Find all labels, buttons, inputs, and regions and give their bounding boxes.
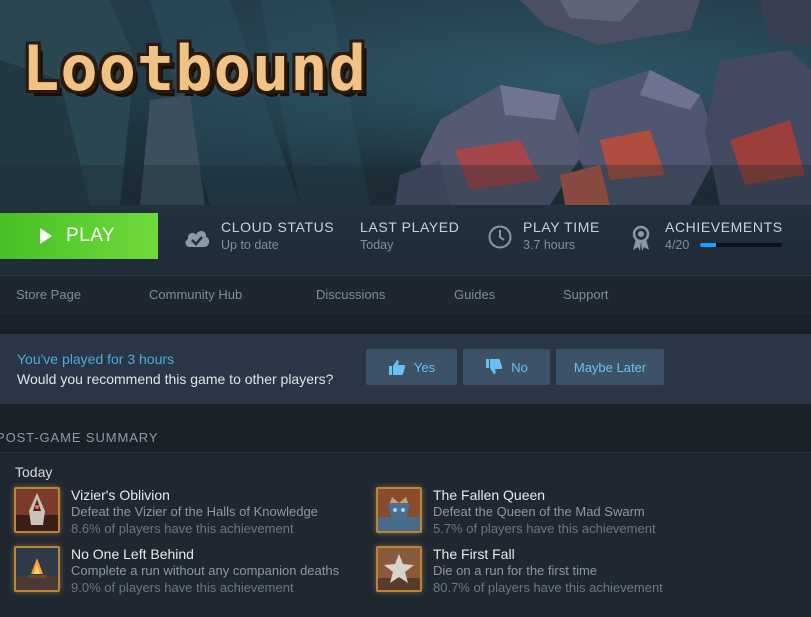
post-game-summary-heading: POST-GAME SUMMARY bbox=[0, 430, 159, 445]
achievement-item[interactable]: The Fallen Queen Defeat the Queen of the… bbox=[376, 487, 746, 539]
nav-store-page[interactable]: Store Page bbox=[16, 287, 81, 302]
game-logo: Lootbound bbox=[22, 32, 367, 105]
last-played-title: LAST PLAYED bbox=[360, 219, 460, 235]
play-icon bbox=[40, 228, 52, 244]
achievement-name: The Fallen Queen bbox=[433, 487, 546, 503]
last-played-value: Today bbox=[360, 238, 394, 252]
achievement-desc: Complete a run without any companion dea… bbox=[71, 563, 340, 578]
nav-guides[interactable]: Guides bbox=[454, 287, 495, 302]
nav-support[interactable]: Support bbox=[563, 287, 609, 302]
achievement-name: No One Left Behind bbox=[71, 546, 194, 562]
achievements[interactable]: ACHIEVEMENTS 4/20 bbox=[665, 219, 783, 252]
game-subnav: Store Page Community Hub Discussions Gui… bbox=[0, 276, 811, 314]
recommend-no-label: No bbox=[511, 359, 528, 375]
cloud-check-icon bbox=[185, 231, 210, 247]
achievement-percent: 5.7% of players have this achievement bbox=[433, 521, 656, 536]
nav-discussions[interactable]: Discussions bbox=[316, 287, 385, 302]
cloud-status-value: Up to date bbox=[221, 238, 279, 252]
play-button[interactable]: PLAY bbox=[0, 213, 158, 259]
cloud-status-title: CLOUD STATUS bbox=[221, 219, 335, 235]
achievements-progress-bar bbox=[700, 243, 782, 247]
thumbs-down-icon bbox=[486, 359, 503, 374]
achievement-desc: Defeat the Queen of the Mad Swarm bbox=[433, 504, 645, 519]
play-time: PLAY TIME 3.7 hours bbox=[523, 219, 600, 252]
achievement-percent: 80.7% of players have this achievement bbox=[433, 580, 663, 595]
campfire-achievement-icon bbox=[14, 546, 60, 592]
clock-icon bbox=[488, 225, 512, 249]
play-time-value: 3.7 hours bbox=[523, 238, 576, 252]
recommend-later-label: Maybe Later bbox=[573, 359, 647, 375]
achievement-percent: 9.0% of players have this achievement bbox=[71, 580, 294, 595]
recommend-yes-label: Yes bbox=[413, 359, 436, 375]
achievement-item[interactable]: Vizier's Oblivion Defeat the Vizier of t… bbox=[14, 487, 384, 539]
played-hours-text: You've played for 3 hours bbox=[17, 351, 175, 367]
queen-achievement-icon bbox=[376, 487, 422, 533]
play-button-label: PLAY bbox=[66, 225, 116, 246]
achievements-progress-fill bbox=[700, 243, 717, 247]
game-stats-bar: PLAY CLOUD STATUS Up to date LAST PLAYED… bbox=[0, 205, 811, 276]
star-achievement-icon bbox=[376, 546, 422, 592]
achievement-percent: 8.6% of players have this achievement bbox=[71, 521, 294, 536]
recommend-no-button[interactable]: No bbox=[463, 349, 550, 385]
achievement-name: Vizier's Oblivion bbox=[71, 487, 170, 503]
nav-community-hub[interactable]: Community Hub bbox=[149, 287, 242, 302]
achievement-item[interactable]: No One Left Behind Complete a run withou… bbox=[14, 546, 384, 598]
achievement-item[interactable]: The First Fall Die on a run for the firs… bbox=[376, 546, 746, 598]
award-icon bbox=[632, 225, 650, 251]
recommend-later-button[interactable]: Maybe Later bbox=[556, 349, 664, 385]
achievement-name: The First Fall bbox=[433, 546, 515, 562]
achievement-desc: Defeat the Vizier of the Halls of Knowle… bbox=[71, 504, 318, 519]
cloud-status: CLOUD STATUS Up to date bbox=[221, 219, 334, 252]
vizier-achievement-icon bbox=[14, 487, 60, 533]
hero-banner: Lootbound bbox=[0, 0, 811, 205]
recommend-question: Would you recommend this game to other p… bbox=[17, 371, 334, 387]
play-time-title: PLAY TIME bbox=[523, 219, 600, 235]
thumbs-up-icon bbox=[388, 360, 406, 375]
achievement-desc: Die on a run for the first time bbox=[433, 563, 598, 578]
recommend-panel: You've played for 3 hours Would you reco… bbox=[0, 334, 811, 404]
summary-day-label: Today bbox=[15, 464, 53, 480]
last-played: LAST PLAYED Today bbox=[360, 219, 459, 252]
recommend-yes-button[interactable]: Yes bbox=[366, 349, 457, 385]
achievements-title: ACHIEVEMENTS bbox=[665, 219, 783, 235]
